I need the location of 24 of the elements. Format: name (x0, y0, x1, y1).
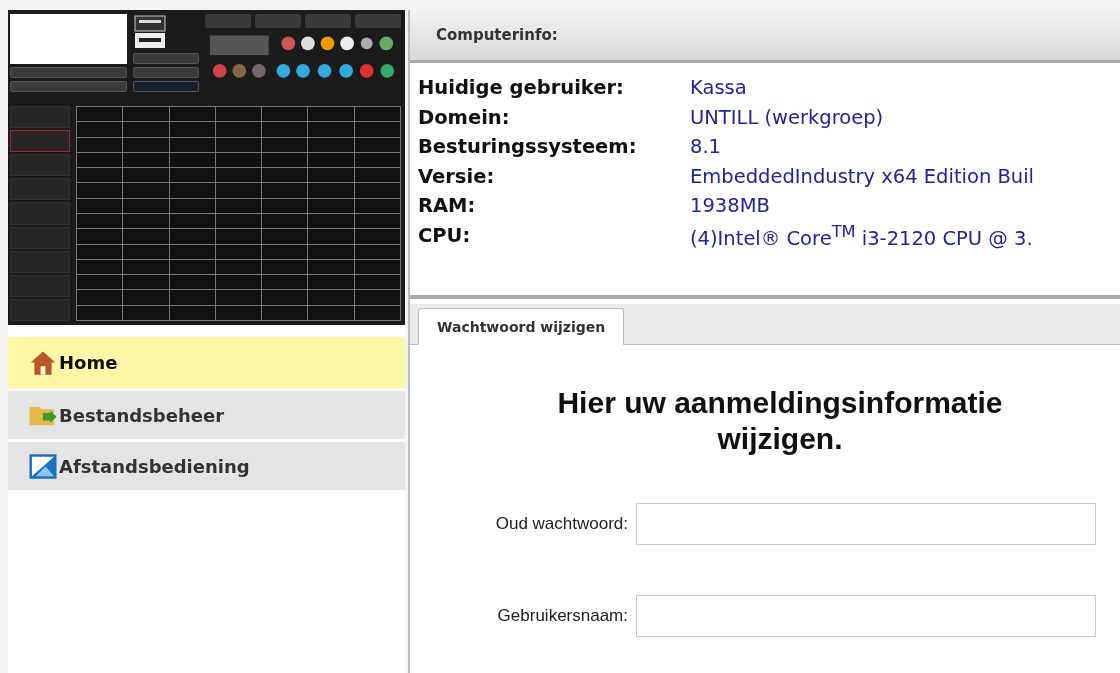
form-heading: Hier uw aanmeldingsinformatie wijzigen. (556, 385, 1004, 457)
info-label: Domein: (418, 105, 511, 129)
field-label: Oud wachtwoord: (495, 514, 628, 534)
nav-item[interactable]: Home (8, 337, 405, 388)
info-label: CPU: (418, 223, 472, 247)
nav-item[interactable]: Bestandsbeheer (8, 391, 405, 439)
info-value: 8.1 (690, 135, 721, 159)
house-icon (28, 349, 58, 376)
input-field[interactable] (636, 595, 1096, 637)
info-value: EmbeddedIndustry x64 Edition Buil (690, 164, 1035, 188)
info-label: RAM: (418, 194, 477, 218)
field-label: Gebruikersnaam: (497, 606, 628, 626)
info-value: Kassa (690, 76, 747, 100)
info-value: 1938MB (690, 194, 770, 218)
section-title: Computerinfo: (436, 26, 558, 44)
info-value: (4)Intel® Core$^{TM}$ i3-2120 CPU @ 3. (690, 221, 1033, 249)
info-label: Huidige gebruiker: (418, 76, 625, 100)
input-field[interactable] (636, 503, 1096, 545)
info-value: UNTILL (werkgroep) (690, 105, 884, 129)
info-label: Versie: (418, 164, 496, 188)
logo-icon (28, 452, 58, 480)
nav-item[interactable]: Afstandsbediening (8, 442, 405, 490)
info-label: Besturingssysteem: (418, 135, 638, 159)
tab[interactable]: Wachtwoord wijzigen (418, 308, 625, 345)
